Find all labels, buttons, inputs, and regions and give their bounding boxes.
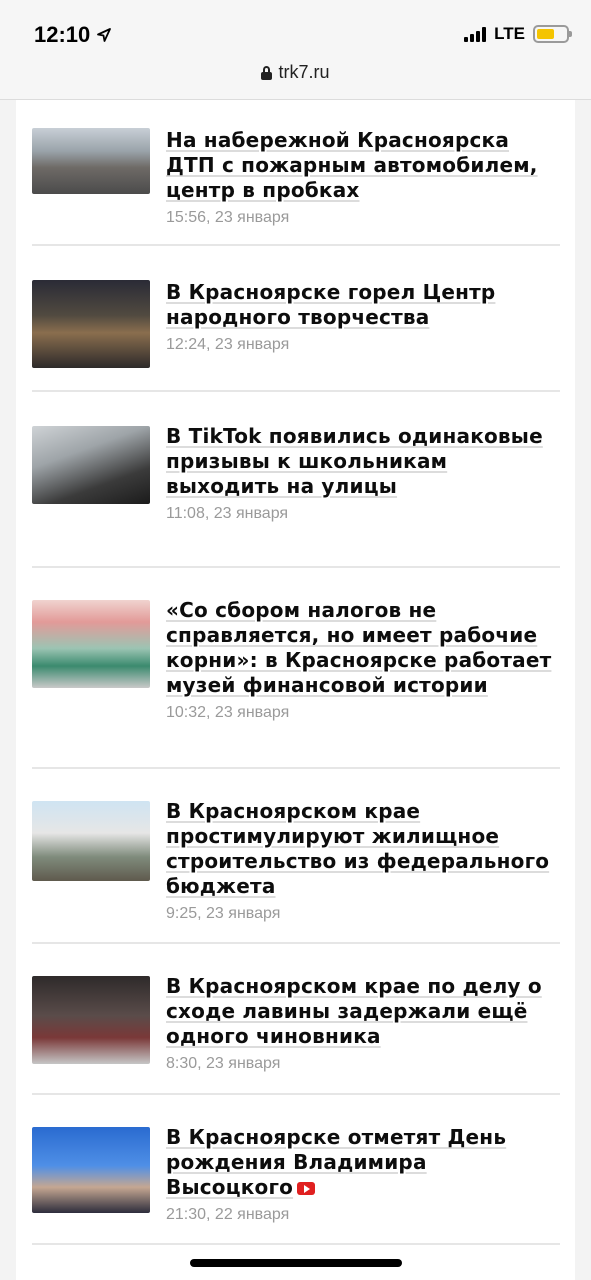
news-title[interactable]: В TikTok появились одинаковые призывы к … [166,424,560,499]
news-content: В Красноярском крае простимулируют жилищ… [166,785,560,942]
news-title[interactable]: В Красноярском крае простимулируют жилищ… [166,799,560,899]
news-thumbnail[interactable] [32,426,150,504]
news-content: На набережной Красноярска ДТП с пожарным… [166,128,560,244]
news-thumbnail[interactable] [32,976,150,1064]
clock: 12:10 [34,22,112,48]
news-item[interactable]: «Со сбором налогов не справляется, но им… [32,568,560,769]
news-item[interactable]: В Красноярске горел Центр народного твор… [32,246,560,392]
location-arrow-icon [97,28,112,42]
lock-icon [261,65,273,80]
network-type: LTE [494,24,525,43]
address-bar[interactable]: trk7.ru [0,62,591,83]
news-content: В Красноярске отметят День рождения Влад… [166,1111,560,1243]
news-content: В TikTok появились одинаковые призывы к … [166,408,560,566]
news-thumbnail[interactable] [32,128,150,194]
news-thumbnail[interactable] [32,801,150,881]
clock-text: 12:10 [34,22,91,47]
news-title-text: В Красноярске отметят День рождения Влад… [166,1125,507,1199]
news-title[interactable]: В Красноярске горел Центр народного твор… [166,280,560,330]
news-title[interactable]: «Со сбором налогов не справляется, но им… [166,598,560,698]
news-content: В Красноярске горел Центр народного твор… [166,262,560,390]
news-title[interactable]: В Красноярске отметят День рождения Влад… [166,1125,560,1200]
video-icon [297,1182,316,1195]
news-item[interactable]: В Красноярском крае простимулируют жилищ… [32,769,560,944]
news-content: В Красноярском крае по делу о сходе лави… [166,960,560,1093]
page-gutter-left [0,100,16,1280]
news-timestamp: 21:30, 22 января [166,1206,290,1223]
news-item[interactable]: В Красноярске отметят День рождения Влад… [32,1095,560,1245]
news-title[interactable]: На набережной Красноярска ДТП с пожарным… [166,128,560,203]
news-list: На набережной Красноярска ДТП с пожарным… [32,112,560,1245]
battery-icon [533,25,572,43]
home-indicator[interactable] [190,1259,402,1267]
news-timestamp: 10:32, 23 января [166,704,290,721]
news-title[interactable]: В Красноярском крае по делу о сходе лави… [166,974,560,1049]
news-timestamp: 15:56, 23 января [166,209,290,226]
status-indicators: LTE [464,24,572,44]
url-text: trk7.ru [278,62,330,82]
news-timestamp: 11:08, 23 января [166,505,289,522]
news-item[interactable]: На набережной Красноярска ДТП с пожарным… [32,112,560,246]
news-thumbnail[interactable] [32,600,150,688]
news-thumbnail[interactable] [32,280,150,368]
news-content: «Со сбором налогов не справляется, но им… [166,584,560,767]
news-item[interactable]: В Красноярском крае по делу о сходе лави… [32,944,560,1095]
page-gutter-right [575,100,591,1280]
news-thumbnail[interactable] [32,1127,150,1213]
cellular-signal-icon [464,26,487,42]
news-timestamp: 9:25, 23 января [166,905,281,922]
news-timestamp: 12:24, 23 января [166,336,290,353]
status-bar: 12:10 LTE trk7.ru [0,0,591,100]
news-item[interactable]: В TikTok появились одинаковые призывы к … [32,392,560,568]
news-timestamp: 8:30, 23 января [166,1055,281,1072]
